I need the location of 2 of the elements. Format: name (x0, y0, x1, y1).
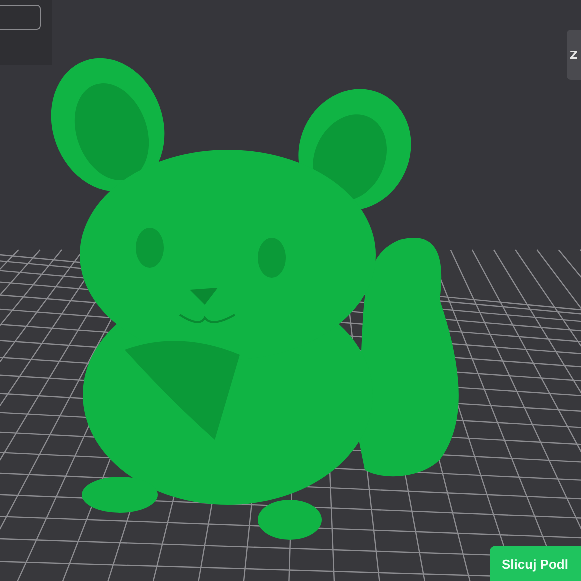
input-field[interactable] (0, 5, 41, 30)
side-toolbar-button[interactable]: Z (567, 30, 581, 80)
